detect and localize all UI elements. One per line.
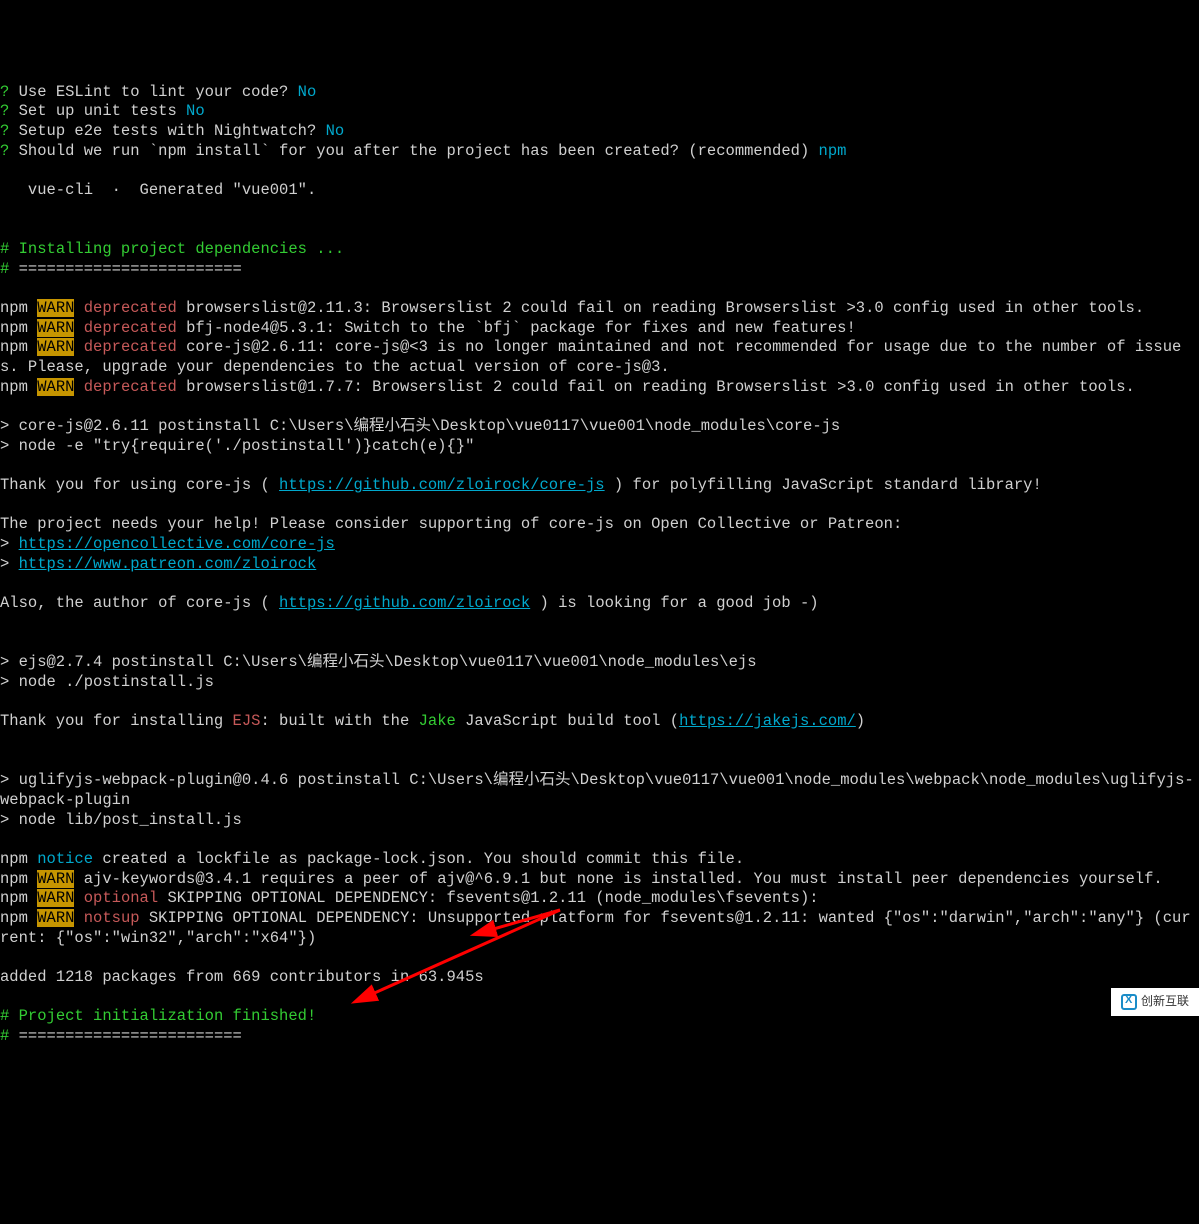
deprecated-label: deprecated (74, 299, 176, 317)
section-bar: ======================== (9, 260, 242, 278)
warn-msg: browserslist@2.11.3: Browserslist 2 coul… (177, 299, 1144, 317)
link-jake[interactable]: https://jakejs.com/ (679, 712, 856, 730)
warn-badge: WARN (37, 870, 74, 888)
prompt-text: Should we run `npm install` for you afte… (9, 142, 818, 160)
notice-label: notice (37, 850, 93, 868)
thank-text: ) (856, 712, 865, 730)
npm-prefix: npm (0, 870, 37, 888)
prompt-text: Set up unit tests (9, 102, 186, 120)
warn-badge: WARN (37, 378, 74, 396)
postinstall-line: > node lib/post_install.js (0, 811, 242, 829)
hash-mark: # (0, 1007, 9, 1025)
hash-mark: # (0, 260, 9, 278)
watermark-badge: 创新互联 (1111, 988, 1199, 1016)
author-text: Also, the author of core-js ( (0, 594, 279, 612)
section-heading: Installing project dependencies ... (9, 240, 344, 258)
watermark-text: 创新互联 (1141, 994, 1189, 1009)
postinstall-line: > core-js@2.6.11 postinstall C:\Users\编程… (0, 417, 840, 435)
warn-msg: browserslist@1.7.7: Browserslist 2 could… (177, 378, 1135, 396)
terminal-output: ? Use ESLint to lint your code? No ? Set… (0, 83, 1199, 1047)
npm-prefix: npm (0, 319, 37, 337)
link-zloirock[interactable]: https://github.com/zloirock (279, 594, 530, 612)
warn-msg: ajv-keywords@3.4.1 requires a peer of aj… (74, 870, 1162, 888)
postinstall-line: > uglifyjs-webpack-plugin@0.4.6 postinst… (0, 771, 1194, 809)
optional-label: optional (74, 889, 158, 907)
deprecated-label: deprecated (74, 378, 176, 396)
generated-line: vue-cli · Generated "vue001". (0, 181, 316, 199)
warn-badge: WARN (37, 338, 74, 356)
prompt-answer: npm (819, 142, 847, 160)
jake-label: Jake (419, 712, 456, 730)
npm-prefix: npm (0, 850, 37, 868)
postinstall-line: > ejs@2.7.4 postinstall C:\Users\编程小石头\D… (0, 653, 757, 671)
added-line: added 1218 packages from 669 contributor… (0, 968, 484, 986)
prompt-text: Use ESLint to lint your code? (9, 83, 297, 101)
ejs-label: EJS (233, 712, 261, 730)
warn-badge: WARN (37, 909, 74, 927)
thank-text: Thank you for using core-js ( (0, 476, 279, 494)
prompt-mark: ? (0, 102, 9, 120)
prompt-mark: ? (0, 142, 9, 160)
prompt-answer: No (186, 102, 205, 120)
deprecated-label: deprecated (74, 338, 176, 356)
deprecated-label: deprecated (74, 319, 176, 337)
warn-msg: SKIPPING OPTIONAL DEPENDENCY: Unsupporte… (0, 909, 1191, 947)
prompt-answer: No (326, 122, 345, 140)
npm-prefix: npm (0, 378, 37, 396)
postinstall-line: > node -e "try{require('./postinstall')}… (0, 437, 474, 455)
warn-msg: SKIPPING OPTIONAL DEPENDENCY: fsevents@1… (158, 889, 818, 907)
angle-bracket: > (0, 535, 19, 553)
watermark-logo-icon (1121, 994, 1137, 1010)
notice-msg: created a lockfile as package-lock.json.… (93, 850, 744, 868)
warn-msg: core-js@2.6.11: core-js@<3 is no longer … (0, 338, 1181, 376)
prompt-answer: No (298, 83, 317, 101)
thank-text: JavaScript build tool ( (456, 712, 679, 730)
warn-msg: bfj-node4@5.3.1: Switch to the `bfj` pac… (177, 319, 856, 337)
postinstall-line: > node ./postinstall.js (0, 673, 214, 691)
npm-prefix: npm (0, 299, 37, 317)
prompt-text: Setup e2e tests with Nightwatch? (9, 122, 325, 140)
help-text: The project needs your help! Please cons… (0, 515, 902, 533)
hash-mark: # (0, 240, 9, 258)
thank-text: ) for polyfilling JavaScript standard li… (605, 476, 1042, 494)
warn-badge: WARN (37, 889, 74, 907)
warn-badge: WARN (37, 299, 74, 317)
notsup-label: notsup (74, 909, 139, 927)
section-heading: Project initialization finished! (9, 1007, 316, 1025)
npm-prefix: npm (0, 338, 37, 356)
link-core-js[interactable]: https://github.com/zloirock/core-js (279, 476, 605, 494)
link-patreon[interactable]: https://www.patreon.com/zloirock (19, 555, 317, 573)
prompt-mark: ? (0, 83, 9, 101)
prompt-mark: ? (0, 122, 9, 140)
thank-text: : built with the (260, 712, 418, 730)
link-opencollective[interactable]: https://opencollective.com/core-js (19, 535, 335, 553)
npm-prefix: npm (0, 889, 37, 907)
thank-text: Thank you for installing (0, 712, 233, 730)
author-text: ) is looking for a good job -) (530, 594, 818, 612)
angle-bracket: > (0, 555, 19, 573)
npm-prefix: npm (0, 909, 37, 927)
warn-badge: WARN (37, 319, 74, 337)
